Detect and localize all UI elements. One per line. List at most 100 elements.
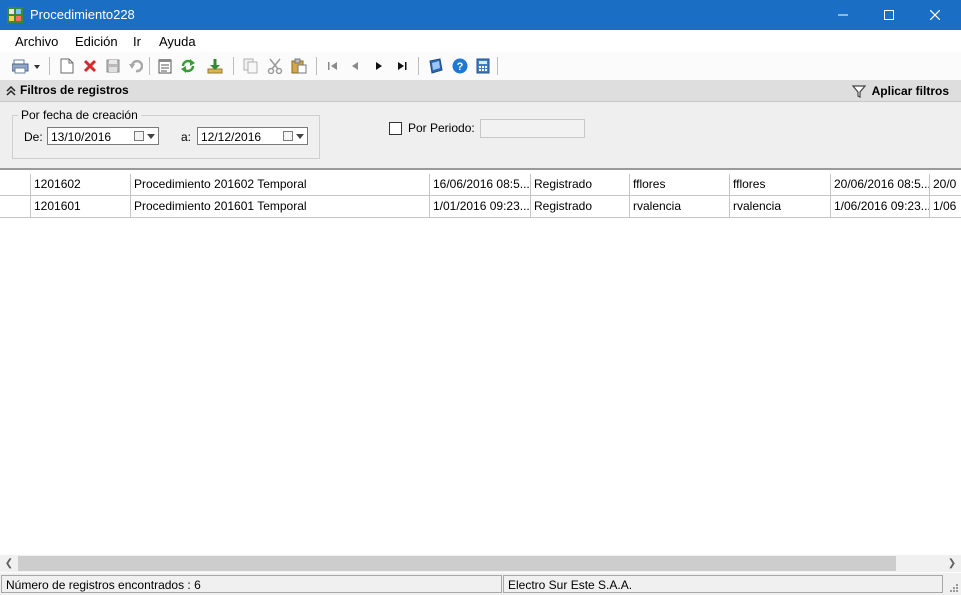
chevron-down-icon[interactable] <box>147 134 155 139</box>
records-grid: 1201602 Procedimiento 201602 Temporal 16… <box>0 168 961 557</box>
toolbar-separator <box>149 57 150 75</box>
new-button[interactable] <box>58 57 76 75</box>
from-date-label: De: <box>24 130 43 144</box>
menu-ayuda[interactable]: Ayuda <box>159 34 196 49</box>
cut-button[interactable] <box>266 57 284 75</box>
toolbar-separator <box>316 57 317 75</box>
undo-button[interactable] <box>127 57 145 75</box>
period-label: Por Periodo: <box>408 121 475 135</box>
copy-button[interactable] <box>242 57 260 75</box>
cell-status[interactable]: Registrado <box>530 174 630 195</box>
to-date-picker[interactable]: 12/12/2016 <box>197 127 308 145</box>
cell-created-by[interactable]: fflores <box>629 174 730 195</box>
cell-code[interactable]: 1201601 <box>30 196 131 217</box>
toolbar-separator <box>49 57 50 75</box>
from-date-picker[interactable]: 13/10/2016 <box>47 127 159 145</box>
menu-edicion[interactable]: Edición <box>75 34 118 49</box>
previous-record-icon <box>352 62 358 70</box>
cell-code[interactable]: 1201602 <box>30 174 131 195</box>
from-date-value: 13/10/2016 <box>51 130 112 144</box>
filter-icon <box>851 84 866 98</box>
chevron-down-icon[interactable] <box>296 134 304 139</box>
cell-extra[interactable]: 20/0 <box>929 174 961 195</box>
toolbar-separator <box>418 57 419 75</box>
table-row[interactable]: 1201602 Procedimiento 201602 Temporal 16… <box>0 174 961 196</box>
minimize-button[interactable] <box>820 0 866 30</box>
calendar-icon <box>134 131 144 141</box>
menu-bar: Archivo Edición Ir Ayuda <box>0 30 961 52</box>
cell-created-date[interactable]: 1/01/2016 09:23... <box>429 196 530 217</box>
company-status: Electro Sur Este S.A.A. <box>503 575 943 593</box>
cell-name[interactable]: Procedimiento 201602 Temporal <box>130 174 430 195</box>
records-count-status: Número de registros encontrados : 6 <box>1 575 502 593</box>
refresh-button[interactable] <box>179 57 197 75</box>
filter-panel: Por fecha de creación De: 13/10/2016 a: … <box>0 102 961 168</box>
resize-grip-icon[interactable] <box>949 583 959 593</box>
window-title: Procedimiento228 <box>30 7 135 22</box>
first-record-button[interactable] <box>324 57 342 75</box>
calculator-button[interactable] <box>474 57 492 75</box>
apply-filters-label: Aplicar filtros <box>871 83 949 98</box>
print-button[interactable] <box>12 57 42 75</box>
row-selector[interactable] <box>0 196 31 217</box>
calendar-icon <box>283 131 293 141</box>
info-button[interactable] <box>427 57 445 75</box>
toolbar: ? <box>0 52 961 81</box>
previous-record-button[interactable] <box>346 57 364 75</box>
apply-filters-button[interactable]: Aplicar filtros <box>851 82 949 99</box>
help-icon: ? <box>452 58 468 74</box>
copy-icon <box>243 58 258 74</box>
info-icon <box>429 58 443 74</box>
creation-date-group-label: Por fecha de creación <box>18 108 141 122</box>
to-date-label: a: <box>181 130 192 144</box>
title-bar: Procedimiento228 <box>0 0 961 30</box>
save-icon <box>106 59 120 73</box>
delete-icon <box>83 59 97 73</box>
maximize-icon <box>884 10 894 20</box>
new-document-icon <box>60 58 74 74</box>
scroll-left-icon[interactable]: ❮ <box>2 557 16 570</box>
delete-button[interactable] <box>81 57 99 75</box>
cell-name[interactable]: Procedimiento 201601 Temporal <box>130 196 430 217</box>
filter-header-title: Filtros de registros <box>20 83 129 97</box>
table-row[interactable]: 1201601 Procedimiento 201601 Temporal 1/… <box>0 196 961 218</box>
print-icon <box>12 59 40 74</box>
cell-status[interactable]: Registrado <box>530 196 630 217</box>
first-record-icon <box>328 62 337 70</box>
close-button[interactable] <box>912 0 958 30</box>
help-button[interactable]: ? <box>451 57 469 75</box>
toolbar-separator <box>497 57 498 75</box>
menu-archivo[interactable]: Archivo <box>15 34 58 49</box>
svg-text:?: ? <box>457 61 464 73</box>
last-record-button[interactable] <box>393 57 411 75</box>
cell-modified-by[interactable]: rvalencia <box>729 196 831 217</box>
close-icon <box>930 10 940 20</box>
collapse-icon[interactable] <box>6 86 16 96</box>
period-field[interactable] <box>480 119 585 138</box>
notes-button[interactable] <box>156 57 174 75</box>
filter-header[interactable]: Filtros de registros Aplicar filtros <box>0 80 961 102</box>
notes-icon <box>158 59 172 74</box>
scroll-right-icon[interactable]: ❯ <box>945 557 959 570</box>
cell-extra[interactable]: 1/06 <box>929 196 961 217</box>
cell-modified-date[interactable]: 1/06/2016 09:23... <box>830 196 930 217</box>
cell-modified-date[interactable]: 20/06/2016 08:5... <box>830 174 930 195</box>
save-button[interactable] <box>104 57 122 75</box>
row-selector[interactable] <box>0 174 31 195</box>
paste-button[interactable] <box>290 57 308 75</box>
cell-created-date[interactable]: 16/06/2016 08:5... <box>429 174 530 195</box>
calculator-icon <box>476 58 490 74</box>
scrollbar-thumb[interactable] <box>18 556 896 571</box>
export-button[interactable] <box>206 57 224 75</box>
last-record-icon <box>398 62 407 70</box>
cell-modified-by[interactable]: fflores <box>729 174 831 195</box>
horizontal-scrollbar[interactable]: ❮ ❯ <box>0 555 961 572</box>
menu-ir[interactable]: Ir <box>133 34 141 49</box>
cell-created-by[interactable]: rvalencia <box>629 196 730 217</box>
period-checkbox[interactable] <box>389 122 402 135</box>
toolbar-separator <box>233 57 234 75</box>
maximize-button[interactable] <box>866 0 912 30</box>
paste-icon <box>291 58 307 74</box>
cut-icon <box>267 58 283 74</box>
next-record-button[interactable] <box>370 57 388 75</box>
